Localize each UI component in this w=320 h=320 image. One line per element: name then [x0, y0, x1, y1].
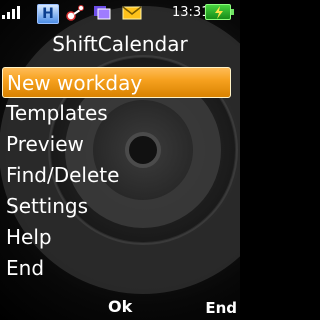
app-title: ShiftCalendar: [52, 32, 188, 56]
hsdpa-indicator-icon: H: [37, 4, 59, 24]
status-bar: H 13:31: [0, 0, 240, 26]
menu-item-end[interactable]: End: [0, 253, 240, 284]
battery-charging-icon: [205, 4, 234, 20]
menu-item-help[interactable]: Help: [0, 222, 240, 253]
menu-item-templates[interactable]: Templates: [0, 98, 240, 129]
menu-item-preview[interactable]: Preview: [0, 129, 240, 160]
menu-item-label: Templates: [6, 101, 108, 125]
menu-item-label: Help: [6, 225, 52, 249]
menu-item-label: Find/Delete: [6, 163, 120, 187]
menu-item-label: Settings: [6, 194, 89, 218]
menu-item-new-workday[interactable]: New workday: [2, 67, 231, 98]
menu-item-label: Preview: [6, 132, 84, 156]
menu-item-find-delete[interactable]: Find/Delete: [0, 160, 240, 191]
menu-item-settings[interactable]: Settings: [0, 191, 240, 222]
message-icon: [93, 4, 113, 22]
softkey-bar: Ok End: [0, 294, 240, 320]
end-softkey[interactable]: End: [205, 296, 237, 320]
email-icon: [122, 4, 142, 22]
menu-item-label: End: [6, 256, 45, 280]
service-status-icon: [66, 4, 86, 22]
clock-text: 13:31: [172, 5, 210, 20]
signal-strength-icon: [2, 4, 26, 22]
menu-item-label: New workday: [7, 71, 143, 95]
ok-softkey[interactable]: Ok: [108, 294, 132, 320]
phone-screen: H 13:31 ShiftCalendar New workday Templa…: [0, 0, 240, 320]
